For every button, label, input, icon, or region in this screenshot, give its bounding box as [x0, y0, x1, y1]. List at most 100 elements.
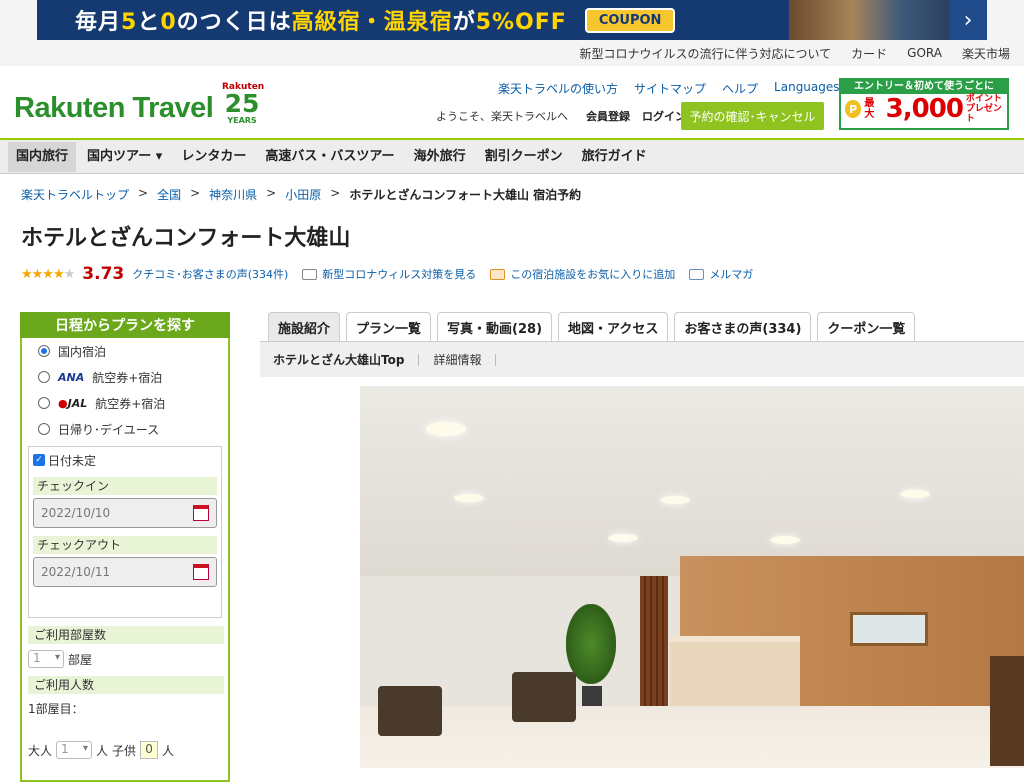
- calendar-icon[interactable]: [193, 564, 209, 580]
- tab-map[interactable]: 地図・アクセス: [558, 312, 669, 341]
- util-link-ichiba[interactable]: 楽天市場: [962, 45, 1010, 62]
- tab-overview[interactable]: 施設紹介: [268, 312, 341, 341]
- entry-max-text: 最大: [864, 98, 875, 120]
- promo-banner-area: 毎月5と0のつく日は高級宿・温泉宿が5%OFF COUPON ›: [0, 0, 1024, 40]
- sub-tabs: ホテルとざん大雄山Top 詳細情報: [260, 341, 1024, 377]
- tab-reviews[interactable]: お客さまの声(334): [674, 312, 812, 341]
- tab-plans[interactable]: プラン一覧: [346, 312, 432, 341]
- checkout-input[interactable]: 2022/10/11: [33, 557, 217, 587]
- people-label: ご利用人数: [28, 676, 224, 694]
- favorite-link[interactable]: この宿泊施設をお気に入りに追加: [510, 266, 675, 282]
- utility-links: 新型コロナウイルスの流行に伴う対応について カード GORA 楽天市場: [0, 40, 1024, 66]
- favorite-icon: [490, 268, 506, 280]
- checkin-input[interactable]: 2022/10/10: [33, 498, 217, 528]
- hotel-title: ホテルとざんコンフォート大雄山: [21, 226, 351, 251]
- radio-dayuse[interactable]: [38, 423, 50, 435]
- lobby-chair: [378, 686, 442, 736]
- covid-link[interactable]: 新型コロナウィルス対策を見る: [322, 266, 476, 282]
- entry-point-text: ポイント: [965, 94, 1002, 104]
- option-ana[interactable]: ANA 航空券+宿泊: [22, 364, 228, 390]
- crumb-all[interactable]: 全国: [157, 186, 181, 203]
- right-furniture: [990, 656, 1024, 766]
- anniv-number: 25: [224, 89, 260, 118]
- hotel-tabs: 施設紹介 プラン一覧 写真・動画(28) 地図・アクセス お客さまの声(334)…: [268, 312, 916, 341]
- ana-logo: ANA: [58, 370, 85, 384]
- crumb-sep: >: [190, 186, 201, 200]
- nav-domestic[interactable]: 国内旅行: [8, 141, 77, 172]
- wall-painting: [850, 612, 928, 646]
- register-link[interactable]: 会員登録: [586, 108, 630, 124]
- util-link-covid[interactable]: 新型コロナウイルスの流行に伴う対応について: [580, 45, 832, 62]
- anniversary-logo: Rakuten 25 YEARS: [222, 82, 264, 128]
- option-jal[interactable]: JAL 航空券+宿泊: [22, 390, 228, 416]
- reservation-check-button[interactable]: 予約の確認･キャンセル: [681, 102, 824, 130]
- option-dayuse[interactable]: 日帰り･デイユース: [22, 416, 228, 442]
- util-link-card[interactable]: カード: [851, 45, 887, 62]
- checkbox-label: 日付未定: [48, 453, 97, 468]
- option-domestic[interactable]: 国内宿泊: [22, 338, 228, 364]
- banner-next-icon[interactable]: ›: [949, 0, 987, 40]
- link-sitemap[interactable]: サイトマップ: [634, 80, 706, 97]
- child-label: 子供: [112, 743, 137, 758]
- checkout-value: 2022/10/11: [41, 565, 111, 579]
- child-unit: 人: [162, 743, 175, 758]
- ceiling-light: [770, 536, 800, 544]
- crumb-sep: >: [266, 186, 277, 200]
- radio-domestic[interactable]: [38, 345, 50, 357]
- link-help[interactable]: ヘルプ: [722, 80, 758, 97]
- adult-unit: 人: [96, 743, 109, 758]
- crumb-current: ホテルとざんコンフォート大雄山 宿泊予約: [349, 188, 582, 202]
- mailmag-link[interactable]: メルマガ: [709, 266, 753, 282]
- calendar-icon[interactable]: [193, 505, 209, 521]
- radio-jal[interactable]: [38, 397, 50, 409]
- photo-floor: [360, 706, 1024, 768]
- nav-coupon[interactable]: 割引クーポン: [477, 142, 571, 172]
- entry-present-text: プレゼント: [965, 104, 1002, 124]
- mail-icon: [689, 268, 705, 280]
- crumb-odawara[interactable]: 小田原: [285, 186, 321, 203]
- crumb-kanagawa[interactable]: 神奈川県: [209, 186, 257, 203]
- nav-bus[interactable]: 高速バス・バスツアー: [257, 142, 402, 172]
- entry-campaign-banner[interactable]: エントリー＆初めて使うごとに P 最大 3,000 ポイント プレゼント: [839, 78, 1009, 130]
- reviews-link[interactable]: クチコミ･お客さまの声(334件): [132, 266, 288, 282]
- util-link-gora[interactable]: GORA: [907, 46, 942, 60]
- rating-stars: ★★★★★: [21, 266, 75, 282]
- ceiling-light: [426, 422, 466, 436]
- hotel-lobby-photo[interactable]: [360, 386, 1024, 768]
- banner-coupon-badge: COUPON: [584, 7, 676, 33]
- crumb-sep: >: [138, 186, 149, 200]
- rooms-select[interactable]: 1: [28, 650, 64, 668]
- login-link[interactable]: ログイン: [642, 108, 686, 124]
- adult-select[interactable]: 1: [56, 741, 93, 759]
- jal-logo: JAL: [58, 397, 88, 410]
- rating-row: ★★★★★ 3.73 クチコミ･お客さまの声(334件) 新型コロナウィルス対策…: [21, 264, 753, 284]
- radio-ana[interactable]: [38, 371, 50, 383]
- ceiling-light: [608, 534, 638, 542]
- covid-icon: [302, 268, 318, 280]
- header-links: 楽天トラベルの使い方 サイトマップ ヘルプ Languages: [498, 80, 849, 97]
- welcome-area: ようこそ、楽天トラベルへ 会員登録 ログイン: [436, 108, 686, 124]
- subtab-top[interactable]: ホテルとざん大雄山Top: [273, 353, 420, 366]
- promo-banner[interactable]: 毎月5と0のつく日は高級宿・温泉宿が5%OFF COUPON ›: [37, 0, 987, 40]
- entry-amount: 3,000: [885, 94, 964, 124]
- room1-label: 1部屋目：: [22, 700, 228, 717]
- link-howto[interactable]: 楽天トラベルの使い方: [498, 80, 618, 97]
- option-label: 日帰り･デイユース: [58, 422, 160, 437]
- ceiling-light: [900, 490, 930, 498]
- banner-photo: [789, 0, 949, 40]
- entry-top-text: エントリー＆初めて使うごとに: [841, 80, 1007, 94]
- crumb-top[interactable]: 楽天トラベルトップ: [21, 186, 129, 203]
- subtab-details[interactable]: 詳細情報: [433, 353, 497, 366]
- rooms-label: ご利用部屋数: [28, 626, 224, 644]
- child-input[interactable]: 0: [140, 741, 159, 759]
- rakuten-travel-logo[interactable]: Rakuten Travel: [14, 92, 214, 125]
- tab-coupons[interactable]: クーポン一覧: [817, 312, 916, 341]
- nav-overseas[interactable]: 海外旅行: [406, 142, 474, 172]
- nav-rentacar[interactable]: レンタカー: [173, 142, 254, 172]
- nav-domestic-tour[interactable]: 国内ツアー: [79, 142, 170, 172]
- tab-photos[interactable]: 写真・動画(28): [437, 312, 553, 341]
- checkout-label: チェックアウト: [33, 536, 217, 554]
- date-undecided-checkbox[interactable]: ✓ 日付未定: [33, 451, 217, 469]
- nav-guide[interactable]: 旅行ガイド: [574, 142, 655, 172]
- welcome-text: ようこそ、楽天トラベルへ: [436, 110, 568, 123]
